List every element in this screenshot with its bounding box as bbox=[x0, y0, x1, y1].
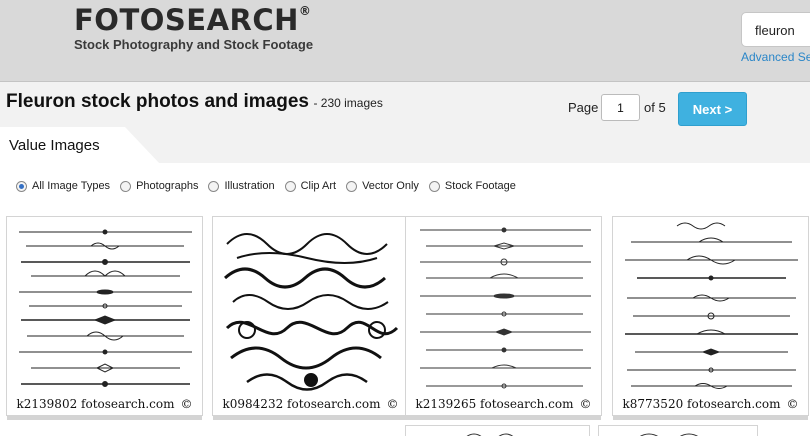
filter-stock-footage[interactable]: Stock Footage bbox=[428, 180, 516, 192]
tab-label: Value Images bbox=[9, 137, 100, 154]
fleuron-scrolls-image[interactable] bbox=[217, 220, 406, 396]
fleuron-image-partial[interactable] bbox=[599, 429, 759, 436]
thumbnail-shadow bbox=[213, 415, 408, 420]
thumbnail-card[interactable]: k8773520 fotosearch.com © bbox=[612, 216, 809, 420]
filter-vector-only[interactable]: Vector Only bbox=[346, 180, 419, 192]
thumbnail-card-partial[interactable] bbox=[405, 425, 590, 436]
page-total: of 5 bbox=[644, 100, 666, 115]
thumbnail-card[interactable]: k0984232 fotosearch.com © bbox=[212, 216, 409, 420]
thumbnail-card[interactable]: k2139265 fotosearch.com © bbox=[405, 216, 602, 420]
advanced-search-link[interactable]: Advanced Se bbox=[741, 50, 810, 64]
fleuron-dividers-image[interactable] bbox=[11, 220, 200, 396]
thumbnail-caption: k0984232 fotosearch.com © bbox=[222, 397, 399, 411]
tab-value-images[interactable]: Value Images bbox=[0, 127, 160, 164]
tagline: Stock Photography and Stock Footage bbox=[74, 37, 314, 52]
radio-icon[interactable] bbox=[428, 180, 440, 192]
thumbnail-shadow bbox=[406, 415, 601, 420]
filter-photographs[interactable]: Photographs bbox=[120, 180, 198, 192]
radio-selected-icon[interactable] bbox=[16, 180, 27, 192]
thumbnail-caption: k2139265 fotosearch.com © bbox=[415, 397, 592, 411]
thumbnail-card[interactable]: k2139802 fotosearch.com © bbox=[6, 216, 203, 420]
result-count: - 230 images bbox=[313, 96, 383, 110]
thumbnail-caption: k8773520 fotosearch.com © bbox=[622, 397, 799, 411]
radio-icon[interactable] bbox=[208, 180, 220, 192]
filter-illustration[interactable]: Illustration bbox=[208, 180, 275, 192]
page-title: Fleuron stock photos and images bbox=[6, 91, 309, 112]
site-header: FOTOSEARCH® Stock Photography and Stock … bbox=[0, 0, 810, 82]
image-type-filters: All Image Types Photographs Illustration… bbox=[16, 180, 526, 192]
thumbnail-card-partial[interactable] bbox=[598, 425, 758, 436]
radio-icon[interactable] bbox=[284, 180, 296, 192]
radio-icon[interactable] bbox=[346, 180, 358, 192]
search-input[interactable]: fleuron bbox=[741, 12, 810, 47]
page-number-input[interactable]: 1 bbox=[601, 94, 640, 121]
results-heading: Fleuron stock photos and images - 230 im… bbox=[6, 91, 383, 113]
thumbnail-shadow bbox=[7, 415, 202, 420]
fleuron-dividers-image[interactable] bbox=[410, 220, 599, 396]
logo[interactable]: FOTOSEARCH® bbox=[74, 3, 311, 37]
next-page-button[interactable]: Next > bbox=[678, 92, 747, 126]
filter-all-image-types[interactable]: All Image Types bbox=[16, 180, 110, 192]
fleuron-image-partial[interactable] bbox=[406, 429, 591, 436]
fleuron-dividers-image[interactable] bbox=[617, 220, 806, 396]
page-label: Page bbox=[568, 100, 599, 115]
thumbnail-caption: k2139802 fotosearch.com © bbox=[16, 397, 193, 411]
radio-icon[interactable] bbox=[120, 180, 132, 192]
thumbnail-shadow bbox=[613, 415, 808, 420]
filter-clip-art[interactable]: Clip Art bbox=[284, 180, 336, 192]
